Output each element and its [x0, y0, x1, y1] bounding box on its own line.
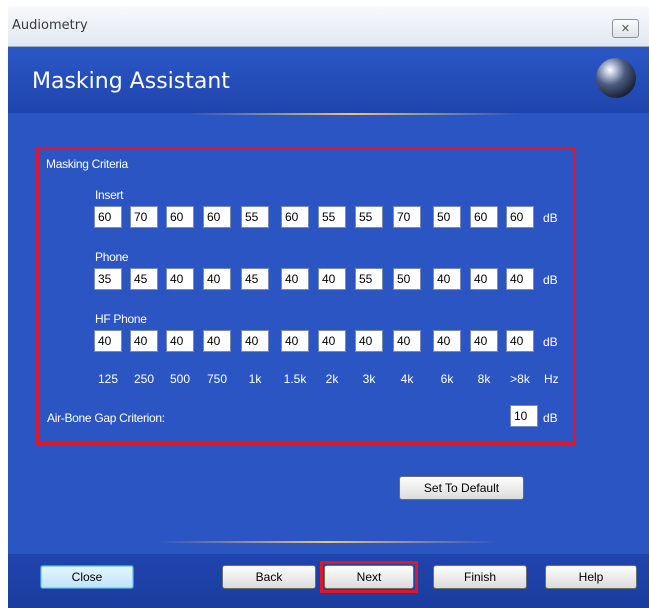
- row-label: Insert: [95, 188, 124, 202]
- threshold-input[interactable]: 60: [470, 206, 498, 228]
- threshold-input[interactable]: 40: [506, 268, 534, 290]
- threshold-input[interactable]: 45: [241, 268, 269, 290]
- threshold-input[interactable]: 60: [203, 206, 231, 228]
- frequency-label: 500: [169, 372, 191, 386]
- footer-divider: [158, 541, 498, 543]
- back-button[interactable]: Back: [222, 565, 316, 589]
- threshold-input[interactable]: 40: [203, 330, 231, 352]
- frequency-unit: Hz: [544, 372, 559, 386]
- help-button[interactable]: Help: [545, 565, 637, 589]
- threshold-input[interactable]: 40: [506, 330, 534, 352]
- frequency-label: 6k: [440, 372, 454, 386]
- threshold-input[interactable]: 40: [433, 330, 461, 352]
- threshold-input[interactable]: 40: [318, 330, 346, 352]
- threshold-input[interactable]: 60: [94, 206, 122, 228]
- threshold-input[interactable]: 40: [166, 330, 194, 352]
- threshold-input[interactable]: 50: [433, 206, 461, 228]
- orb-logo-icon: [596, 58, 636, 98]
- air-bone-gap-input[interactable]: 10: [510, 405, 538, 427]
- frequency-label: 3k: [362, 372, 376, 386]
- threshold-input[interactable]: 50: [393, 268, 421, 290]
- wizard-header: Masking Assistant: [8, 47, 649, 113]
- frequency-label: 1k: [248, 372, 262, 386]
- frequency-label: 8k: [477, 372, 491, 386]
- threshold-input[interactable]: 40: [281, 330, 309, 352]
- threshold-input[interactable]: 40: [470, 330, 498, 352]
- threshold-input[interactable]: 40: [166, 268, 194, 290]
- threshold-input[interactable]: 55: [241, 206, 269, 228]
- threshold-input[interactable]: 60: [281, 206, 309, 228]
- window-close-button[interactable]: ✕: [612, 19, 639, 38]
- threshold-input[interactable]: 40: [203, 268, 231, 290]
- air-bone-gap-unit: dB: [543, 411, 558, 425]
- threshold-input[interactable]: 40: [281, 268, 309, 290]
- threshold-input[interactable]: 40: [470, 268, 498, 290]
- threshold-input[interactable]: 60: [166, 206, 194, 228]
- threshold-input[interactable]: 40: [393, 330, 421, 352]
- frequency-label: 1.5k: [283, 372, 307, 386]
- frequency-label: >8k: [510, 372, 530, 386]
- title-bar: Audiometry ✕: [8, 6, 649, 47]
- threshold-input[interactable]: 40: [355, 330, 383, 352]
- frequency-label: 2k: [325, 372, 339, 386]
- audiometry-window: Audiometry ✕ Masking Assistant Masking C…: [8, 6, 649, 608]
- row-unit: dB: [543, 335, 558, 349]
- threshold-input[interactable]: 45: [130, 268, 158, 290]
- threshold-input[interactable]: 55: [355, 206, 383, 228]
- finish-button[interactable]: Finish: [433, 565, 527, 589]
- frequency-label: 4k: [400, 372, 414, 386]
- frequency-label: 125: [97, 372, 119, 386]
- close-button[interactable]: Close: [40, 565, 134, 589]
- set-to-default-button[interactable]: Set To Default: [399, 476, 524, 500]
- frequency-label: 250: [133, 372, 155, 386]
- threshold-input[interactable]: 60: [506, 206, 534, 228]
- row-label: Phone: [95, 250, 129, 264]
- threshold-input[interactable]: 70: [393, 206, 421, 228]
- row-unit: dB: [543, 211, 558, 225]
- threshold-input[interactable]: 35: [94, 268, 122, 290]
- row-unit: dB: [543, 273, 558, 287]
- threshold-input[interactable]: 55: [355, 268, 383, 290]
- row-label: HF Phone: [95, 312, 147, 326]
- header-divider: [188, 113, 518, 115]
- threshold-input[interactable]: 70: [130, 206, 158, 228]
- threshold-input[interactable]: 55: [318, 206, 346, 228]
- air-bone-gap-label: Air-Bone Gap Criterion:: [47, 411, 165, 425]
- threshold-input[interactable]: 40: [241, 330, 269, 352]
- threshold-input[interactable]: 40: [94, 330, 122, 352]
- page-title: Masking Assistant: [32, 69, 230, 94]
- threshold-input[interactable]: 40: [130, 330, 158, 352]
- threshold-input[interactable]: 40: [433, 268, 461, 290]
- frequency-label: 750: [206, 372, 228, 386]
- next-highlight-frame: [320, 561, 418, 593]
- window-title: Audiometry: [12, 18, 88, 33]
- threshold-input[interactable]: 40: [318, 268, 346, 290]
- masking-criteria-title: Masking Criteria: [46, 157, 128, 171]
